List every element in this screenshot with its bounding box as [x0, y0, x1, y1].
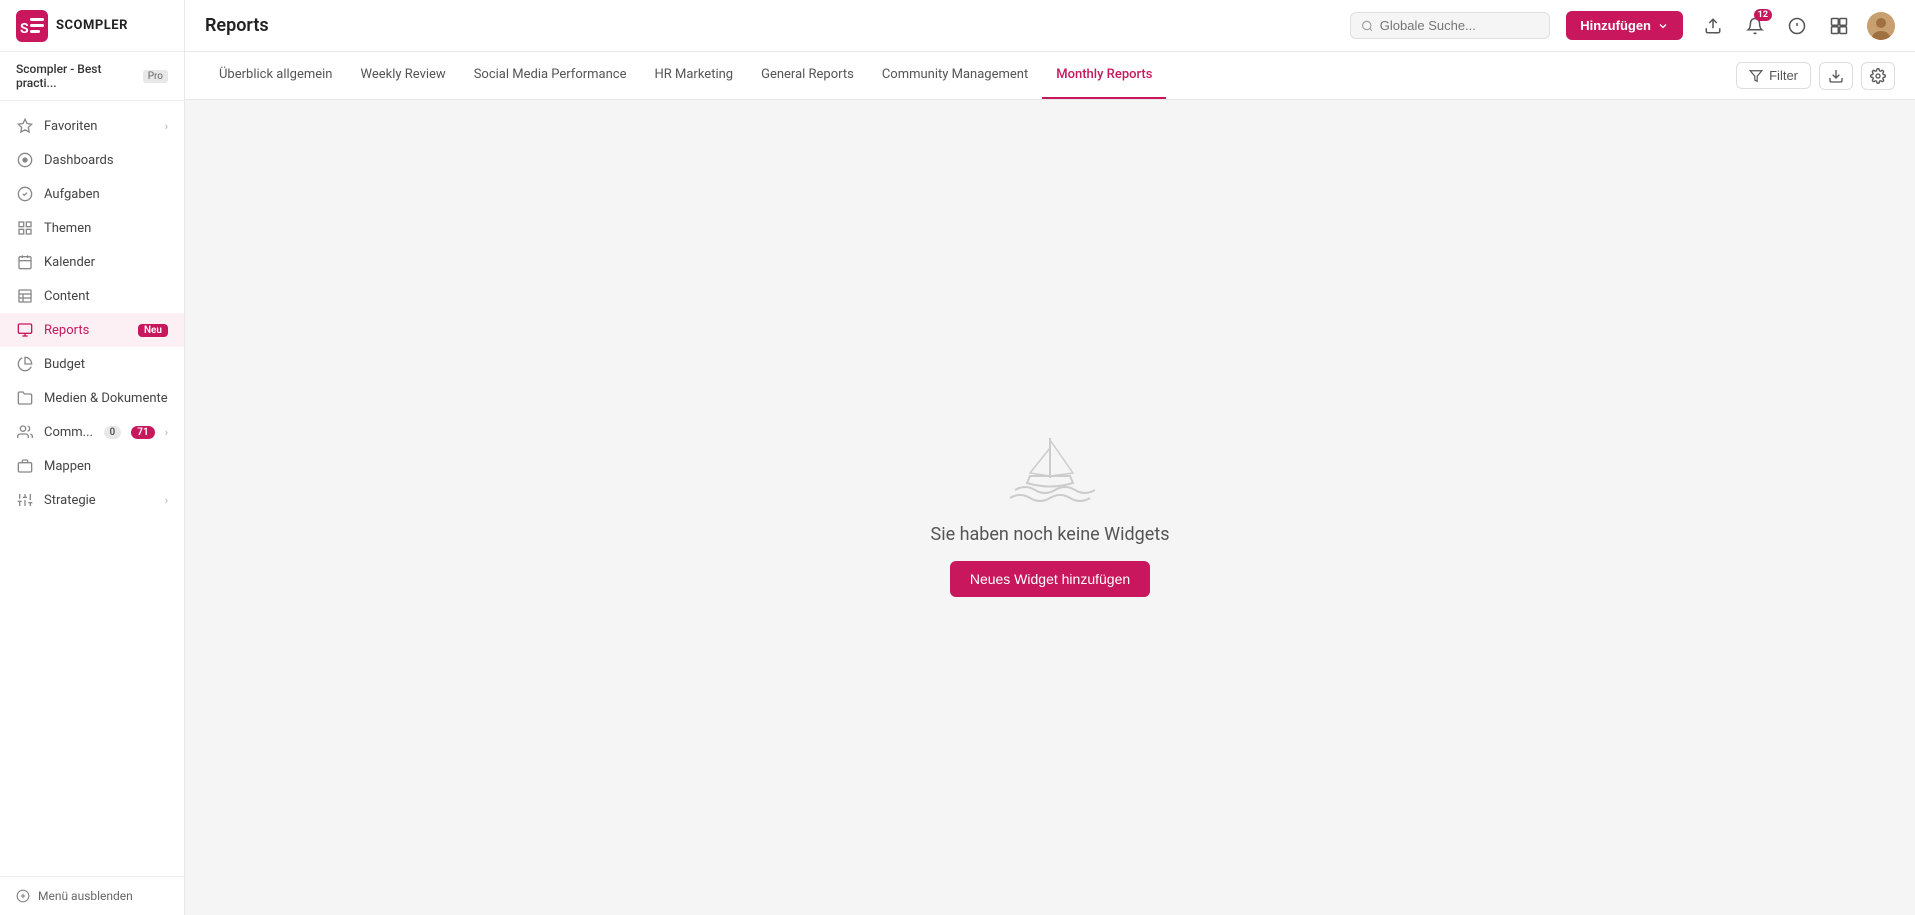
logo-text: SCOMPLER: [56, 18, 128, 33]
add-button-label: Hinzufügen: [1580, 18, 1651, 33]
sidebar-item-label: Comm...: [44, 425, 94, 440]
filter-label: Filter: [1769, 68, 1798, 83]
sidebar: S SCOMPLER Scompler - Best practi... Pro…: [0, 0, 185, 915]
tab-community[interactable]: Community Management: [868, 52, 1042, 99]
apps-icon: [1830, 17, 1848, 35]
info-icon: [1788, 17, 1806, 35]
search-box[interactable]: [1350, 12, 1550, 39]
users-icon: [16, 423, 34, 441]
tab-uberblick[interactable]: Überblick allgemein: [205, 52, 347, 99]
export-icon: [1828, 68, 1844, 84]
chevron-down-icon: [1657, 20, 1669, 32]
folder-icon: [16, 389, 34, 407]
chevron-right-icon: ›: [165, 494, 168, 507]
workspace-row[interactable]: Scompler - Best practi... Pro: [0, 52, 184, 101]
briefcase-icon: [16, 457, 34, 475]
avatar-image: [1867, 12, 1895, 40]
apps-button[interactable]: [1825, 12, 1853, 40]
scompler-logo: S: [16, 10, 48, 42]
sidebar-item-label: Aufgaben: [44, 187, 168, 202]
add-widget-button[interactable]: Neues Widget hinzufügen: [950, 561, 1150, 597]
star-icon: [16, 117, 34, 135]
new-badge: Neu: [138, 324, 168, 337]
topbar: Reports Hinzufügen 12: [185, 0, 1915, 52]
info-button[interactable]: [1783, 12, 1811, 40]
sidebar-item-themen[interactable]: Themen: [0, 211, 184, 245]
sidebar-item-strategie[interactable]: Strategie ›: [0, 483, 184, 517]
sidebar-item-mappen[interactable]: Mappen: [0, 449, 184, 483]
notification-bell-button[interactable]: 12: [1741, 12, 1769, 40]
sidebar-item-dashboards[interactable]: Dashboards: [0, 143, 184, 177]
hide-menu-label: Menü ausblenden: [38, 889, 133, 903]
search-input[interactable]: [1380, 18, 1539, 33]
hide-menu-icon: [16, 889, 30, 903]
sidebar-item-label: Strategie: [44, 493, 155, 508]
avatar[interactable]: [1867, 12, 1895, 40]
filter-button[interactable]: Filter: [1736, 62, 1811, 89]
sidebar-item-kalender[interactable]: Kalender: [0, 245, 184, 279]
sidebar-item-content[interactable]: Content: [0, 279, 184, 313]
sidebar-item-label: Content: [44, 289, 168, 304]
pro-badge: Pro: [143, 70, 168, 83]
sidebar-item-label: Mappen: [44, 459, 168, 474]
svg-text:S: S: [20, 21, 29, 37]
export-button[interactable]: [1819, 62, 1853, 90]
chevron-right-icon: ›: [165, 120, 168, 133]
monitor-icon: [16, 321, 34, 339]
tabs: Überblick allgemein Weekly Review Social…: [205, 52, 1166, 99]
empty-state-illustration: [1005, 418, 1095, 508]
circle-dot-icon: [16, 151, 34, 169]
tab-weekly[interactable]: Weekly Review: [347, 52, 460, 99]
comm-badge-zero: 0: [104, 426, 122, 439]
page-title: Reports: [205, 15, 269, 36]
empty-state-text: Sie haben noch keine Widgets: [931, 524, 1170, 545]
sidebar-item-label: Favoriten: [44, 119, 155, 134]
filter-icon: [1749, 69, 1763, 83]
settings-icon: [1870, 68, 1886, 84]
logo-area: S SCOMPLER: [0, 0, 184, 52]
tab-actions: Filter: [1736, 62, 1895, 90]
tab-monthly[interactable]: Monthly Reports: [1042, 52, 1166, 99]
sidebar-item-favoriten[interactable]: Favoriten ›: [0, 109, 184, 143]
pie-chart-icon: [16, 355, 34, 373]
notification-count: 12: [1754, 9, 1772, 21]
topbar-icons: 12: [1699, 12, 1895, 40]
tab-social[interactable]: Social Media Performance: [460, 52, 641, 99]
grid-icon: [16, 219, 34, 237]
comm-badge-count: 71: [131, 426, 154, 439]
sidebar-item-reports[interactable]: Reports Neu: [0, 313, 184, 347]
tab-general[interactable]: General Reports: [747, 52, 868, 99]
calendar-icon: [16, 253, 34, 271]
sidebar-item-label: Reports: [44, 323, 128, 338]
upload-icon: [1704, 17, 1722, 35]
sidebar-item-label: Budget: [44, 357, 168, 372]
add-button[interactable]: Hinzufügen: [1566, 11, 1683, 40]
check-circle-icon: [16, 185, 34, 203]
search-icon: [1361, 19, 1374, 33]
sidebar-item-label: Kalender: [44, 255, 168, 270]
sidebar-item-label: Themen: [44, 221, 168, 236]
hide-menu-button[interactable]: Menü ausblenden: [0, 876, 184, 915]
tabbar: Überblick allgemein Weekly Review Social…: [185, 52, 1915, 100]
sidebar-item-label: Dashboards: [44, 153, 168, 168]
sidebar-item-budget[interactable]: Budget: [0, 347, 184, 381]
sidebar-item-label: Medien & Dokumente: [44, 391, 168, 406]
table-icon: [16, 287, 34, 305]
tab-hr[interactable]: HR Marketing: [641, 52, 748, 99]
content-area: Sie haben noch keine Widgets Neues Widge…: [185, 100, 1915, 915]
sidebar-item-aufgaben[interactable]: Aufgaben: [0, 177, 184, 211]
workspace-name: Scompler - Best practi...: [16, 62, 137, 90]
upload-icon-button[interactable]: [1699, 12, 1727, 40]
sidebar-item-comm[interactable]: Comm... 0 71 ›: [0, 415, 184, 449]
chevron-right-icon: ›: [165, 426, 168, 439]
sliders-icon: [16, 491, 34, 509]
main-content: Reports Hinzufügen 12: [185, 0, 1915, 915]
settings-button[interactable]: [1861, 62, 1895, 90]
sidebar-item-medien[interactable]: Medien & Dokumente: [0, 381, 184, 415]
sidebar-nav: Favoriten › Dashboards Aufgaben Themen: [0, 101, 184, 876]
empty-state: Sie haben noch keine Widgets Neues Widge…: [931, 418, 1170, 597]
